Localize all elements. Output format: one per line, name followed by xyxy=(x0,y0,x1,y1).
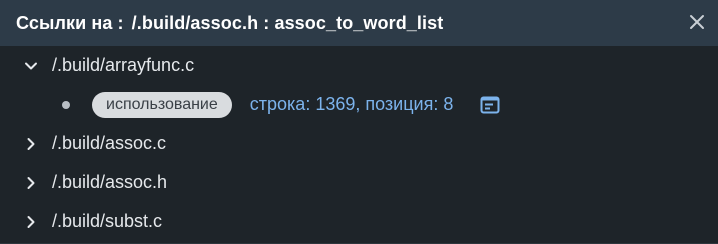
go-to-source-icon[interactable] xyxy=(479,95,501,115)
file-row-subst-c[interactable]: /.build/subst.c xyxy=(0,202,718,241)
usage-badge: использование xyxy=(92,91,232,118)
chevron-right-icon[interactable] xyxy=(24,176,38,190)
panel-title: Ссылки на : /.build/assoc.h : assoc_to_wo… xyxy=(16,13,443,34)
close-icon xyxy=(690,15,704,29)
close-button[interactable] xyxy=(684,9,710,35)
panel-header: Ссылки на : /.build/assoc.h : assoc_to_wo… xyxy=(0,0,718,46)
chevron-down-icon[interactable] xyxy=(24,59,38,73)
panel-title-target: /.build/assoc.h : assoc_to_word_list xyxy=(131,12,444,33)
file-label: /.build/arrayfunc.c xyxy=(52,55,195,75)
file-row-assoc-h[interactable]: /.build/assoc.h xyxy=(0,163,718,202)
references-panel: Ссылки на : /.build/assoc.h : assoc_to_wo… xyxy=(0,0,718,244)
reference-item[interactable]: использование строка: 1369, позиция: 8 xyxy=(0,85,718,124)
file-row-arrayfunc[interactable]: /.build/arrayfunc.c xyxy=(0,46,718,85)
file-label: /.build/assoc.h xyxy=(52,172,168,192)
references-tree: /.build/arrayfunc.c использование строка… xyxy=(0,46,718,241)
panel-title-prefix: Ссылки на : xyxy=(16,12,124,33)
chevron-right-icon[interactable] xyxy=(24,137,38,151)
file-row-assoc-c[interactable]: /.build/assoc.c xyxy=(0,124,718,163)
bullet-icon xyxy=(62,100,70,109)
reference-location-link[interactable]: строка: 1369, позиция: 8 xyxy=(250,94,454,115)
chevron-right-icon[interactable] xyxy=(24,215,38,229)
file-label: /.build/assoc.c xyxy=(52,133,167,153)
file-label: /.build/subst.c xyxy=(52,211,163,231)
